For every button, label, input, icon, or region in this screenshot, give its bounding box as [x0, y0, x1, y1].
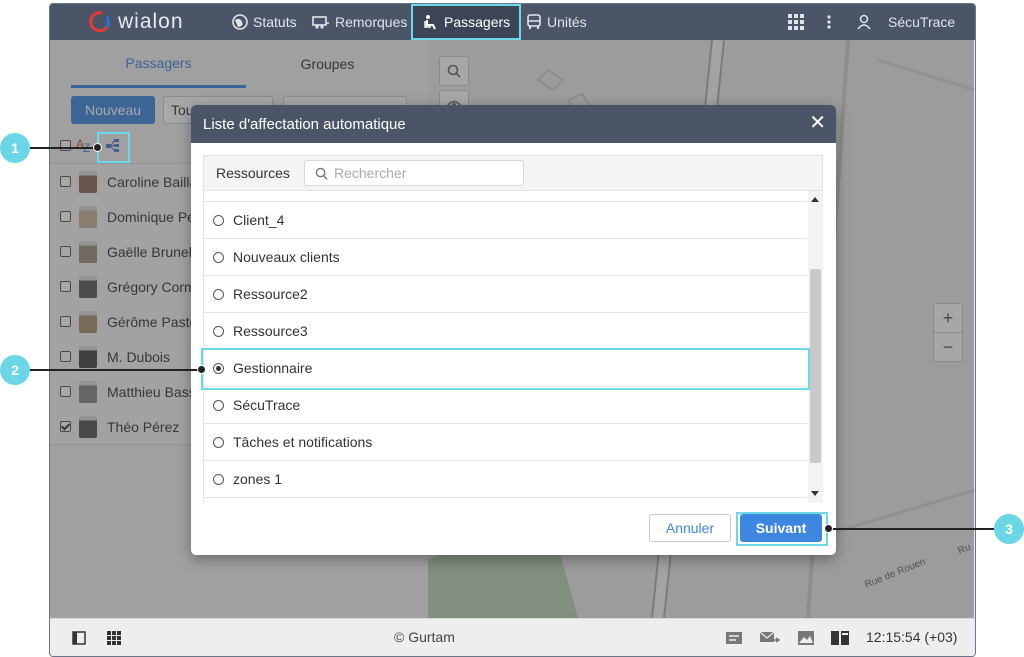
grid-icon — [788, 14, 804, 30]
nav-passagers[interactable]: Passagers — [411, 4, 521, 40]
resource-label: Client_4 — [233, 212, 285, 228]
scroll-up-icon[interactable] — [811, 197, 819, 202]
resource-label: Ressource2 — [233, 286, 308, 302]
resource-radio[interactable] — [213, 251, 224, 263]
list-top-clip — [204, 191, 807, 202]
logo: wialon — [86, 10, 184, 34]
globe-icon — [232, 14, 248, 30]
resource-radio[interactable] — [213, 214, 224, 226]
nav-unites[interactable]: Unités — [526, 4, 587, 40]
nav-statuts[interactable]: Statuts — [232, 4, 297, 40]
more-menu-button[interactable] — [827, 4, 831, 40]
resource-list-item[interactable]: SécuTrace — [204, 387, 807, 424]
scroll-down-icon[interactable] — [811, 491, 819, 496]
resource-list-item[interactable]: Tâches et notifications — [204, 424, 807, 461]
callout-1-dot — [93, 143, 102, 152]
resource-radio[interactable] — [213, 288, 224, 300]
resource-label: Ressource3 — [233, 323, 308, 339]
top-bar: wialon Statuts Remorques Passagers Unité… — [50, 4, 975, 40]
search-placeholder: Rechercher — [334, 165, 407, 181]
nav-label: Remorques — [335, 14, 408, 30]
callout-1-line — [30, 147, 96, 149]
nav-label: Statuts — [253, 14, 297, 30]
clock: 12:15:54 (+03) — [866, 629, 958, 645]
callout-2: 2 — [0, 355, 30, 385]
resource-list-item[interactable]: Ressource2 — [204, 276, 807, 313]
trailer-icon — [312, 16, 329, 29]
image-icon[interactable] — [798, 631, 814, 645]
copyright: © Gurtam — [394, 629, 455, 645]
panel-toggle-icon[interactable] — [72, 631, 86, 645]
resource-list-item[interactable]: Ressource3 — [204, 313, 807, 350]
search-icon — [315, 167, 328, 180]
dialog-title: Liste d'affectation automatique — [203, 115, 406, 133]
resource-label: SécuTrace — [233, 397, 301, 413]
passenger-icon — [424, 15, 436, 30]
close-icon[interactable]: ✕ — [809, 113, 826, 133]
resource-radio[interactable] — [213, 399, 224, 411]
callout-3-line — [828, 528, 994, 530]
resource-list: Client_4 Nouveaux clients Ressource2 Ressou… — [203, 191, 807, 503]
resource-label: zones 1 — [233, 471, 283, 487]
user-icon — [857, 14, 871, 30]
dialog-header: Liste d'affectation automatique ✕ — [191, 105, 836, 143]
callout-3-dot — [824, 524, 833, 533]
nav-remorques[interactable]: Remorques — [312, 4, 407, 40]
highlight-next-button — [736, 512, 828, 546]
apps-grid-icon[interactable] — [107, 631, 121, 645]
callout-1: 1 — [0, 133, 30, 163]
user-menu[interactable]: SécuTrace — [856, 4, 955, 40]
nav-label: Passagers — [444, 14, 511, 30]
callout-2-line — [30, 369, 200, 371]
resource-list-item[interactable]: Client_4 — [204, 202, 807, 239]
resource-list-scrollbar[interactable] — [808, 191, 823, 503]
logo-icon — [89, 11, 110, 33]
resource-radio[interactable] — [213, 436, 224, 448]
more-vertical-icon — [827, 15, 831, 29]
cancel-button[interactable]: Annuler — [649, 514, 731, 542]
resource-search-input[interactable]: Rechercher — [304, 160, 524, 186]
layout-icon[interactable] — [831, 631, 849, 645]
auto-assign-dialog: Liste d'affectation automatique ✕ Ressou… — [191, 105, 836, 555]
apps-grid-button[interactable] — [788, 4, 804, 40]
resource-radio[interactable] — [213, 473, 224, 485]
resources-bar: Ressources Rechercher — [203, 155, 823, 191]
resources-label: Ressources — [216, 165, 290, 181]
logo-text: wialon — [118, 10, 184, 33]
highlight-gestionnaire — [201, 348, 810, 390]
resource-label: Nouveaux clients — [233, 249, 340, 265]
resource-radio[interactable] — [213, 325, 224, 337]
scroll-thumb[interactable] — [810, 269, 821, 463]
callout-2-dot — [197, 365, 206, 374]
bus-icon — [527, 14, 541, 29]
resource-list-item[interactable]: zones 1 — [204, 461, 807, 498]
resource-list-item[interactable]: Nouveaux clients — [204, 239, 807, 276]
nav-label: Unités — [547, 14, 587, 30]
user-name: SécuTrace — [888, 14, 956, 30]
resource-label: Tâches et notifications — [233, 434, 373, 450]
footer-bar: © Gurtam 12:15:54 (+03) — [50, 618, 975, 656]
messages-icon[interactable] — [726, 631, 742, 645]
callout-3: 3 — [994, 514, 1024, 544]
mail-icon[interactable] — [760, 631, 780, 645]
